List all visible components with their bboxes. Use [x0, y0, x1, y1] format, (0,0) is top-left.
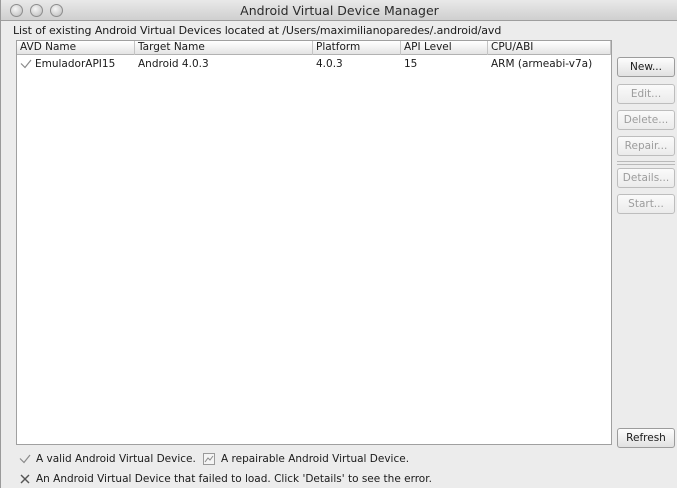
- repair-icon: [203, 453, 215, 465]
- column-header-platform[interactable]: Platform: [313, 41, 401, 55]
- legend-valid-text: A valid Android Virtual Device.: [36, 453, 196, 465]
- edit-button[interactable]: Edit...: [617, 84, 675, 104]
- column-header-avd-name[interactable]: AVD Name: [17, 41, 135, 55]
- avd-manager-window: Android Virtual Device Manager List of e…: [0, 0, 677, 488]
- repair-button[interactable]: Repair...: [617, 136, 675, 156]
- column-header-target-name[interactable]: Target Name: [135, 41, 313, 55]
- cell-avd-name: EmuladorAPI15: [35, 58, 116, 70]
- legend-failed-text: An Android Virtual Device that failed to…: [36, 473, 432, 485]
- legend-repairable-text: A repairable Android Virtual Device.: [221, 453, 410, 465]
- title-bar: Android Virtual Device Manager: [1, 0, 677, 21]
- legend-failed: An Android Virtual Device that failed to…: [19, 471, 459, 487]
- button-separator: [617, 164, 675, 165]
- start-button[interactable]: Start...: [617, 194, 675, 214]
- cell-cpu-abi: ARM (armeabi-v7a): [491, 58, 593, 70]
- column-header-api-level[interactable]: API Level: [401, 41, 488, 55]
- avd-table: AVD Name Target Name Platform API Level …: [16, 40, 612, 445]
- avd-location-label: List of existing Android Virtual Devices…: [13, 24, 502, 37]
- cell-api-level: 15: [404, 58, 418, 70]
- column-header-cpu-abi[interactable]: CPU/ABI: [488, 41, 611, 55]
- x-icon: [20, 474, 30, 484]
- table-header: AVD Name Target Name Platform API Level …: [17, 41, 611, 55]
- new-button[interactable]: New...: [617, 57, 675, 77]
- table-row[interactable]: EmuladorAPI15 Android 4.0.3 4.0.3 15 ARM…: [17, 56, 611, 72]
- window-title: Android Virtual Device Manager: [240, 3, 439, 18]
- cell-platform: 4.0.3: [316, 58, 343, 70]
- delete-button[interactable]: Delete...: [617, 110, 675, 130]
- checkmark-icon: [20, 59, 32, 69]
- checkmark-icon: [19, 454, 31, 464]
- details-button[interactable]: Details...: [617, 168, 675, 188]
- button-separator: [617, 161, 675, 162]
- refresh-button[interactable]: Refresh: [617, 428, 675, 448]
- cell-target-name: Android 4.0.3: [138, 58, 209, 70]
- legend-valid-repairable: A valid Android Virtual Device. A repair…: [19, 451, 439, 467]
